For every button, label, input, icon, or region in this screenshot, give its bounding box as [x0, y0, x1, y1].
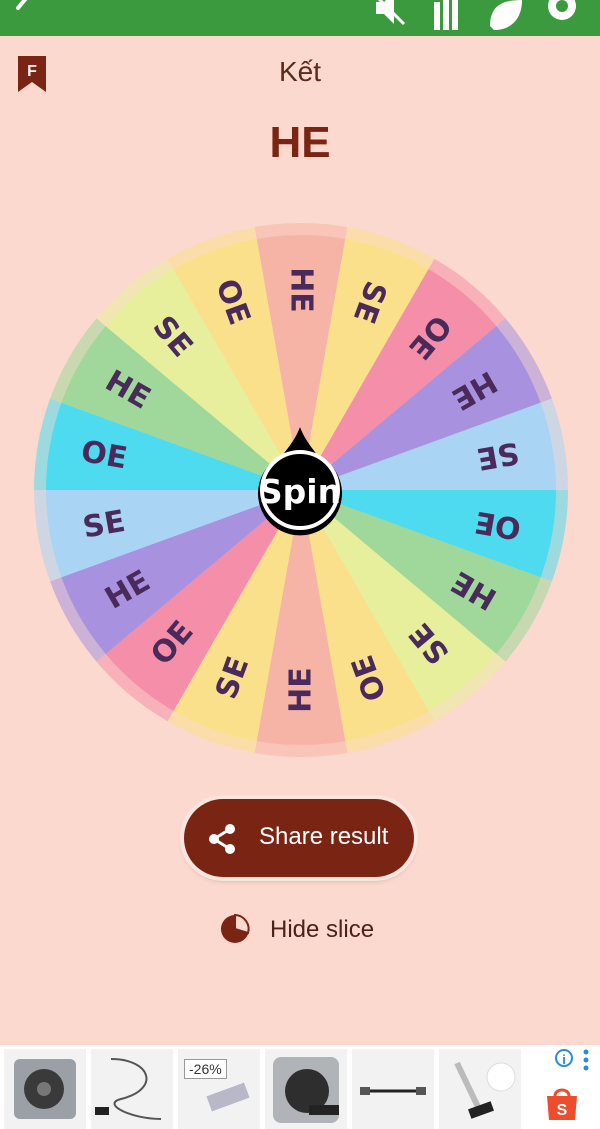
settings-icon[interactable]	[542, 0, 582, 30]
ad-banner: -26% i	[0, 1045, 600, 1129]
ad-product-cable-discount[interactable]: -26%	[178, 1049, 260, 1129]
more-vert-icon[interactable]	[582, 1049, 590, 1071]
shopee-icon[interactable]: S	[543, 1084, 581, 1122]
result-label: Kết	[278, 56, 322, 87]
hide-slice-button[interactable]: Hide slice	[218, 910, 398, 950]
wheel-slice-label: HE	[284, 667, 319, 713]
theme-icon[interactable]	[486, 0, 526, 30]
hide-slice-label: Hide slice	[270, 916, 375, 943]
info-icon[interactable]: i	[555, 1049, 573, 1067]
wheel-slice-label: HE	[284, 267, 319, 313]
ad-product-laptop-fan-2[interactable]	[265, 1049, 347, 1129]
pie-chart-icon	[221, 913, 250, 943]
wheel-slice-label: SE	[80, 504, 128, 546]
share-result-button[interactable]: Share result	[184, 799, 414, 877]
ad-product-cable-3[interactable]	[439, 1049, 521, 1129]
svg-text:S: S	[557, 1102, 568, 1119]
top-toolbar	[0, 0, 600, 36]
spin-button[interactable]: Spin	[255, 427, 345, 537]
discount-badge: -26%	[184, 1059, 227, 1079]
mute-icon[interactable]	[370, 0, 410, 30]
ad-product-cable[interactable]	[91, 1049, 173, 1129]
ad-product-laptop-fan[interactable]	[4, 1049, 86, 1129]
stats-icon[interactable]	[428, 0, 468, 30]
result-value: HE	[269, 118, 331, 167]
ad-product-cable-2[interactable]	[352, 1049, 434, 1129]
wheel-slice-label: SE	[474, 434, 522, 476]
spin-label: Spin	[258, 472, 342, 511]
back-icon[interactable]	[2, 0, 42, 30]
share-result-label: Share result	[259, 823, 389, 850]
share-icon	[209, 824, 235, 854]
